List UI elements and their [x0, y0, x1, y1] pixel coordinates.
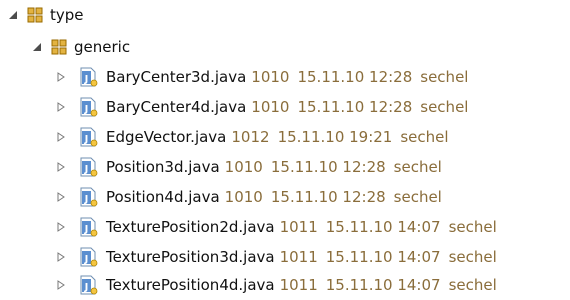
file-revision: 1010 [224, 158, 263, 176]
package-icon [26, 6, 44, 24]
tree-node-generic[interactable]: generic [30, 34, 130, 60]
file-author: sechel [393, 158, 442, 176]
java-file-icon: J [78, 97, 98, 117]
svg-text:J: J [84, 194, 89, 205]
svg-text:J: J [84, 224, 89, 235]
tree-file-row[interactable]: J Position3d.java 1010 15.11.10 12:28 se… [54, 154, 442, 180]
file-revision: 1010 [224, 188, 263, 206]
package-icon [50, 38, 68, 56]
project-explorer-tree: type generic J BaryCenter3d.java 1010 15… [0, 0, 570, 300]
file-name: TexturePosition4d.java [106, 276, 275, 294]
tree-file-row[interactable]: J TexturePosition3d.java 1011 15.11.10 1… [54, 244, 497, 270]
file-name: TexturePosition3d.java [106, 248, 275, 266]
triangle-collapsed-icon[interactable] [54, 190, 68, 204]
svg-text:J: J [84, 164, 89, 175]
svg-text:J: J [84, 254, 89, 265]
file-revision: 1012 [231, 128, 270, 146]
triangle-collapsed-icon[interactable] [54, 130, 68, 144]
file-date: 15.11.10 12:28 [270, 158, 386, 176]
tree-file-row[interactable]: J BaryCenter3d.java 1010 15.11.10 12:28 … [54, 64, 468, 90]
file-date: 15.11.10 12:28 [270, 188, 386, 206]
tree-file-row[interactable]: J Position4d.java 1010 15.11.10 12:28 se… [54, 184, 442, 210]
triangle-collapsed-icon[interactable] [54, 250, 68, 264]
file-author: sechel [448, 218, 497, 236]
triangle-collapsed-icon[interactable] [54, 70, 68, 84]
file-revision: 1010 [251, 68, 290, 86]
java-file-icon: J [78, 67, 98, 87]
tree-file-row[interactable]: J BaryCenter4d.java 1010 15.11.10 12:28 … [54, 94, 468, 120]
svg-text:J: J [84, 74, 89, 85]
file-revision: 1010 [251, 98, 290, 116]
file-author: sechel [420, 98, 469, 116]
tree-node-type[interactable]: type [6, 2, 84, 28]
file-author: sechel [420, 68, 469, 86]
file-name: Position4d.java [106, 188, 220, 206]
triangle-collapsed-icon[interactable] [54, 160, 68, 174]
file-revision: 1011 [279, 218, 318, 236]
file-name: BaryCenter3d.java [106, 68, 247, 86]
triangle-expanded-icon[interactable] [6, 8, 20, 22]
triangle-collapsed-icon[interactable] [54, 278, 68, 292]
file-name: Position3d.java [106, 158, 220, 176]
file-name: TexturePosition2d.java [106, 218, 275, 236]
file-name: BaryCenter4d.java [106, 98, 247, 116]
tree-file-row[interactable]: J EdgeVector.java 1012 15.11.10 19:21 se… [54, 124, 449, 150]
java-file-icon: J [78, 275, 98, 295]
file-date: 15.11.10 14:07 [325, 276, 441, 294]
tree-node-label: generic [74, 38, 131, 56]
svg-text:J: J [84, 134, 89, 145]
java-file-icon: J [78, 127, 98, 147]
svg-text:J: J [84, 282, 89, 293]
java-file-icon: J [78, 157, 98, 177]
file-date: 15.11.10 14:07 [325, 248, 441, 266]
file-author: sechel [400, 128, 449, 146]
triangle-collapsed-icon[interactable] [54, 220, 68, 234]
triangle-collapsed-icon[interactable] [54, 100, 68, 114]
file-revision: 1011 [279, 276, 318, 294]
file-date: 15.11.10 12:28 [297, 68, 413, 86]
file-author: sechel [448, 248, 497, 266]
tree-file-row[interactable]: J TexturePosition2d.java 1011 15.11.10 1… [54, 214, 497, 240]
file-author: sechel [393, 188, 442, 206]
java-file-icon: J [78, 187, 98, 207]
file-date: 15.11.10 14:07 [325, 218, 441, 236]
file-date: 15.11.10 19:21 [277, 128, 393, 146]
triangle-expanded-icon[interactable] [30, 40, 44, 54]
file-name: EdgeVector.java [106, 128, 227, 146]
file-revision: 1011 [279, 248, 318, 266]
file-author: sechel [448, 276, 497, 294]
tree-file-row[interactable]: J TexturePosition4d.java 1011 15.11.10 1… [54, 272, 497, 298]
java-file-icon: J [78, 247, 98, 267]
java-file-icon: J [78, 217, 98, 237]
tree-node-label: type [50, 6, 84, 24]
svg-text:J: J [84, 104, 89, 115]
file-date: 15.11.10 12:28 [297, 98, 413, 116]
